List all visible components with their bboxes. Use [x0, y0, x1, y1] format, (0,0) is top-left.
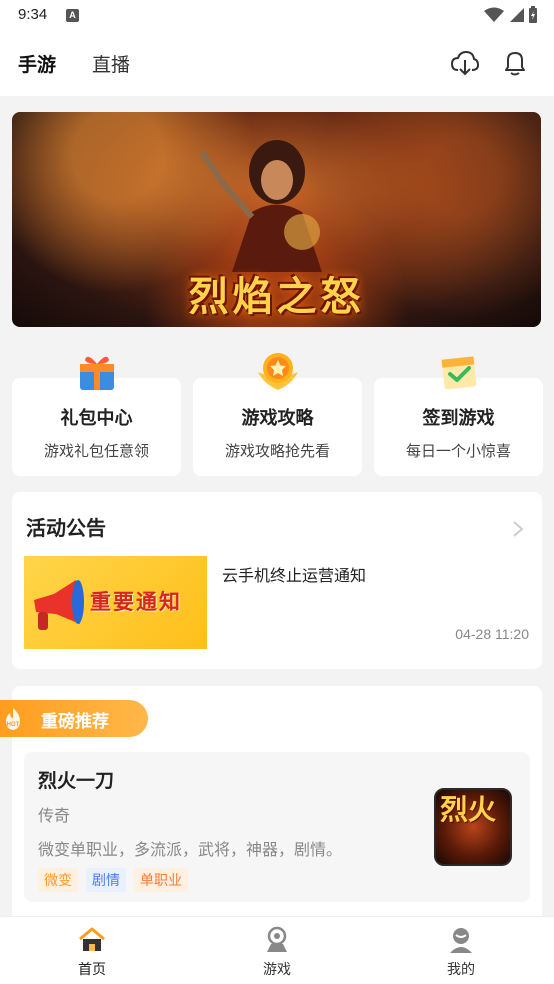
announcement-time: 04-28 11:20	[455, 626, 529, 642]
battery-icon	[529, 6, 537, 23]
hot-label: HOT	[7, 722, 20, 728]
download-icon[interactable]	[450, 48, 480, 78]
game-genre: 传奇	[38, 806, 71, 825]
game-description: 微变单职业，多流派，武将，神器，剧情。	[38, 840, 343, 859]
announcement-thumbnail[interactable]: 重要通知	[24, 556, 207, 649]
game-tags: 微变 剧情 单职业	[38, 868, 188, 892]
recommend-badge: HOT 重磅推荐	[0, 700, 148, 737]
nav-label: 游戏	[263, 962, 291, 978]
profile-icon	[450, 928, 472, 953]
banner-title: 烈焰之怒	[188, 273, 365, 320]
warrior-illustration	[199, 140, 322, 272]
feature-title: 礼包中心	[60, 408, 133, 429]
bottom-navigation: 首页 游戏 我的	[0, 916, 554, 984]
section-title: 活动公告	[26, 516, 106, 540]
game-icon[interactable]: 烈火	[434, 788, 512, 866]
feature-subtitle: 游戏礼包任意领	[43, 442, 149, 460]
tab-mobile-games[interactable]: 手游	[18, 50, 57, 79]
feature-title: 游戏攻略	[241, 408, 314, 429]
tab-live[interactable]: 直播	[92, 50, 130, 77]
nav-label: 我的	[447, 962, 475, 978]
megaphone-icon	[34, 580, 84, 630]
notification-a-icon: A	[66, 9, 79, 22]
game-icon-text: 烈火	[440, 793, 497, 826]
status-time: 9:34	[18, 6, 48, 23]
nav-label: 首页	[78, 962, 106, 978]
activity-announcements: 活动公告 重要通知 云手机终止运营通知 04-28 11:20	[12, 492, 542, 669]
gamepad-icon	[267, 926, 287, 952]
recommend-label: 重磅推荐	[41, 712, 109, 732]
feature-sign-in[interactable]: 签到游戏 每日一个小惊喜	[374, 356, 543, 476]
gift-icon	[79, 356, 114, 390]
game-tag: 单职业	[134, 868, 188, 892]
announcement-title[interactable]: 云手机终止运营通知	[222, 562, 366, 586]
signal-icon	[510, 8, 524, 22]
game-name: 烈火一刀	[38, 770, 115, 792]
feature-game-guide[interactable]: 游戏攻略 游戏攻略抢先看	[193, 353, 362, 476]
featured-recommendations: HOT 重磅推荐 烈火一刀 传奇 微变单职业，多流派，武将，神器，剧情。 微变 …	[0, 686, 542, 926]
top-header: 手游 直播	[0, 32, 554, 96]
feature-subtitle: 每日一个小惊喜	[405, 442, 511, 460]
bell-icon[interactable]	[500, 48, 530, 78]
calendar-check-icon	[441, 356, 476, 390]
game-tag: 剧情	[86, 868, 126, 892]
thumbnail-text: 重要通知	[90, 589, 182, 614]
game-card[interactable]: 烈火一刀 传奇 微变单职业，多流派，武将，神器，剧情。 微变 剧情 单职业 烈火	[24, 752, 530, 902]
game-tag: 微变	[38, 868, 78, 892]
promo-banner[interactable]: 烈焰之怒	[12, 112, 541, 327]
feature-title: 签到游戏	[422, 408, 495, 429]
wifi-icon	[484, 7, 504, 22]
chevron-right-icon[interactable]	[512, 520, 524, 538]
status-bar: 9:34 A	[0, 0, 554, 32]
home-icon	[79, 927, 105, 951]
feature-gift-center[interactable]: 礼包中心 游戏礼包任意领	[12, 356, 181, 476]
nav-home[interactable]: 首页	[52, 925, 132, 979]
nav-profile[interactable]: 我的	[421, 925, 501, 979]
star-badge-icon	[257, 353, 298, 390]
nav-games[interactable]: 游戏	[237, 925, 317, 979]
status-indicators	[484, 6, 538, 24]
feature-subtitle: 游戏攻略抢先看	[224, 442, 330, 460]
hot-flame-icon: HOT	[6, 708, 20, 730]
